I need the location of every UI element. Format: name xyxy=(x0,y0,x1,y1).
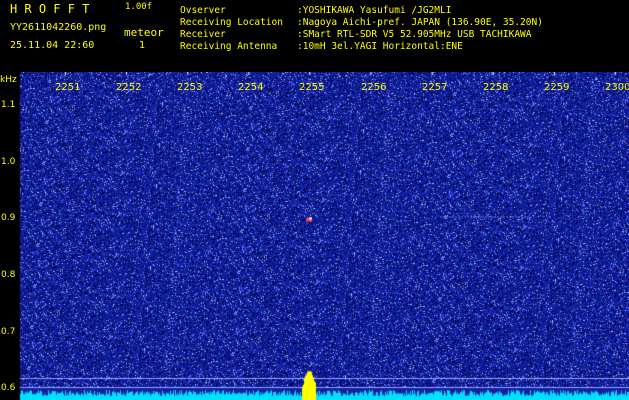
x-tick-label: 2300 xyxy=(605,82,629,93)
meteor-count-label: meteor xyxy=(124,26,164,39)
y-tick-label: 1.0 xyxy=(1,157,16,167)
antenna-label: Receiving Antenna xyxy=(180,41,278,52)
x-tick-label: 2254 xyxy=(238,82,264,93)
x-tick-label: 2253 xyxy=(177,82,203,93)
meteor-count-value: 1 xyxy=(139,40,146,51)
y-axis-unit-label: kHz xyxy=(0,75,17,85)
x-tick-label: 2258 xyxy=(483,82,509,93)
version-label: 1.00f xyxy=(125,2,153,12)
x-tick-label: 2255 xyxy=(299,82,325,93)
y-tick-label: 0.8 xyxy=(1,270,16,280)
filename-label: YY2611042260.png xyxy=(10,22,107,33)
x-tick-label: 2256 xyxy=(361,82,387,93)
receiver-label: Receiver xyxy=(180,29,226,40)
x-tick-label: 2257 xyxy=(422,82,448,93)
x-tick-label: 2251 xyxy=(55,82,81,93)
location-value: :Nagoya Aichi-pref. JAPAN (136.90E, 35.2… xyxy=(297,17,543,28)
observer-label: Ovserver xyxy=(180,5,226,16)
receiver-value: :SMart RTL-SDR V5 52.905MHz USB TACHIKAW… xyxy=(297,29,532,40)
y-tick-label: 0.7 xyxy=(1,327,16,337)
spectrogram-plot xyxy=(0,72,629,400)
app-title: HROFFT xyxy=(10,2,97,16)
datetime-label: 25.11.04 22:60 xyxy=(10,40,95,51)
observer-value: :YOSHIKAWA Yasufumi /JG2MLI xyxy=(297,5,452,16)
antenna-value: :10mH 3el.YAGI Horizontal:ENE xyxy=(297,41,463,52)
y-tick-label: 1.1 xyxy=(1,100,16,110)
y-tick-label: 0.9 xyxy=(1,213,16,223)
location-label: Receiving Location xyxy=(180,17,283,28)
x-tick-label: 2252 xyxy=(116,82,142,93)
y-tick-label: 0.6 xyxy=(1,383,16,393)
x-tick-label: 2259 xyxy=(544,82,570,93)
